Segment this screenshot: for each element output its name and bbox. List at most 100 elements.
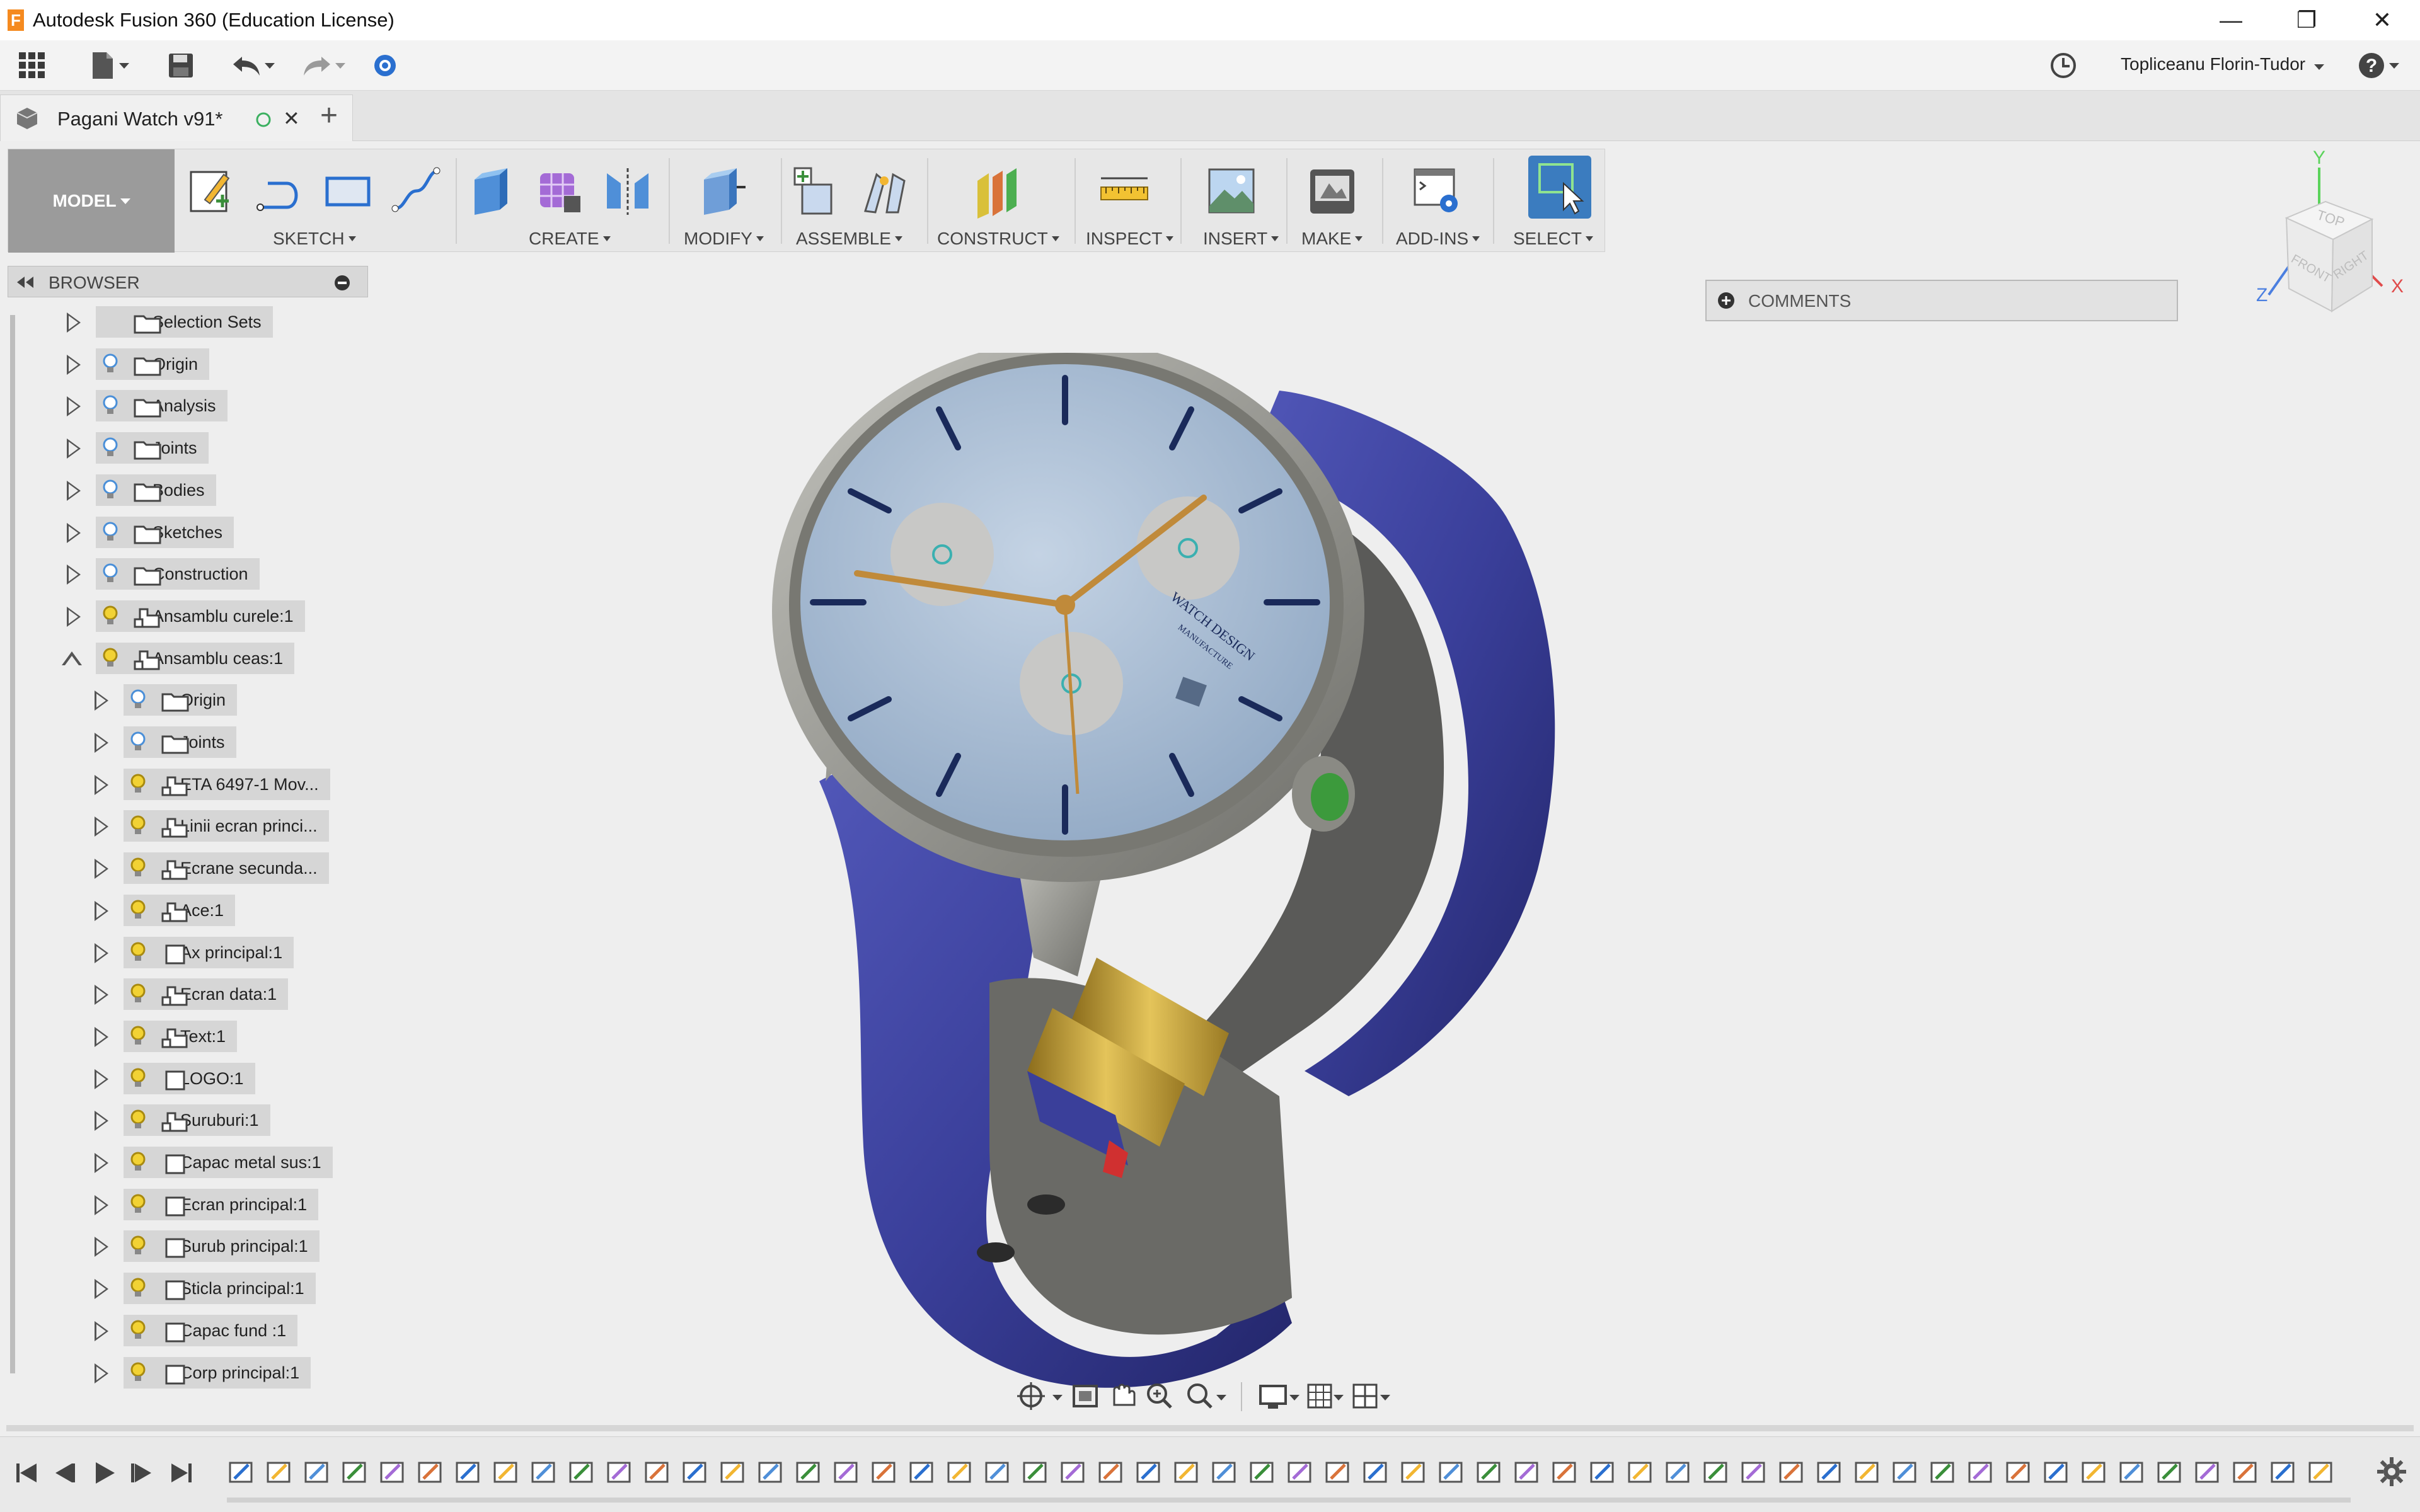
browser-tree-item[interactable]: Ecran principal:1 — [35, 1186, 388, 1224]
browser-tree-item[interactable]: Ecrane secunda... — [35, 850, 388, 888]
browser-tree-item[interactable]: LOGO:1 — [35, 1060, 388, 1098]
browser-tree-item[interactable]: Ace:1 — [35, 892, 388, 930]
browser-tree-item[interactable]: Ansamblu curele:1 — [8, 598, 360, 636]
timeline-feature-icon[interactable] — [1134, 1457, 1163, 1486]
next-icon[interactable] — [126, 1457, 158, 1489]
browser-tree-item[interactable]: Joints — [8, 430, 360, 467]
timeline-feature-icon[interactable] — [492, 1457, 521, 1486]
tree-item-label[interactable]: Corp principal:1 — [124, 1356, 311, 1389]
tree-item-label[interactable]: Ansamblu ceas:1 — [96, 642, 295, 674]
expand-arrow-icon[interactable] — [95, 1194, 108, 1215]
visibility-on-icon[interactable] — [130, 1109, 146, 1131]
timeline-feature-icon[interactable] — [1626, 1457, 1655, 1486]
visibility-on-icon[interactable] — [130, 774, 146, 795]
close-button[interactable]: ✕ — [2344, 0, 2420, 40]
timeline-feature-icon[interactable] — [378, 1457, 407, 1486]
document-tab[interactable]: Pagani Watch v91* ✕ — [0, 94, 353, 141]
browser-tree-item[interactable]: Sticla principal:1 — [35, 1270, 388, 1308]
visibility-on-icon[interactable] — [130, 1026, 146, 1047]
apps-grid-icon[interactable] — [15, 50, 49, 81]
browser-tree-item[interactable]: Ansamblu ceas:1 — [8, 640, 360, 678]
visibility-on-icon[interactable] — [130, 1068, 146, 1089]
job-status-button[interactable] — [2046, 50, 2081, 81]
expand-arrow-icon[interactable] — [95, 859, 108, 879]
browser-tree-item[interactable]: Sketches — [8, 514, 360, 552]
tree-item-label[interactable]: Capac fund :1 — [124, 1314, 298, 1346]
timeline-feature-icon[interactable] — [1928, 1457, 1957, 1486]
expand-arrow-icon[interactable] — [95, 985, 108, 1005]
construct-menu[interactable]: CONSTRUCT — [937, 229, 1059, 249]
timeline-feature-icon[interactable] — [2193, 1457, 2222, 1486]
visibility-on-icon[interactable] — [130, 1152, 146, 1173]
collapse-panel-icon[interactable] — [16, 275, 35, 289]
expand-arrow-icon[interactable] — [95, 1111, 108, 1131]
timeline-feature-icon[interactable] — [945, 1457, 974, 1486]
mirror-icon[interactable] — [602, 162, 654, 219]
timeline-feature-icon[interactable] — [1172, 1457, 1201, 1486]
line-icon[interactable] — [254, 162, 306, 219]
offset-plane-icon[interactable] — [971, 162, 1023, 219]
expand-arrow-icon[interactable] — [95, 733, 108, 753]
browser-tree-item[interactable]: Capac fund :1 — [35, 1312, 388, 1350]
viewcube[interactable]: TOP FRONT RIGHT Y X Z — [2231, 147, 2414, 338]
timeline-feature-icon[interactable] — [2118, 1457, 2146, 1486]
browser-tree-item[interactable]: Surub principal:1 — [35, 1228, 388, 1266]
timeline-feature-icon[interactable] — [1777, 1457, 1806, 1486]
timeline-feature-icon[interactable] — [1323, 1457, 1352, 1486]
file-menu-button[interactable] — [84, 50, 135, 81]
browser-tree-item[interactable]: Bodies — [8, 472, 360, 510]
tree-item-label[interactable]: Ansamblu curele:1 — [96, 600, 305, 632]
timeline-feature-icon[interactable] — [1550, 1457, 1579, 1486]
make-menu[interactable]: MAKE — [1301, 229, 1363, 249]
press-pull-icon[interactable] — [695, 162, 747, 219]
look-at-icon[interactable] — [1073, 1385, 1098, 1407]
select-icon[interactable] — [1528, 156, 1591, 219]
visibility-off-icon[interactable] — [102, 563, 118, 585]
browser-tree-item[interactable]: Capac metal sus:1 — [35, 1144, 388, 1182]
visibility-on-icon[interactable] — [130, 983, 146, 1005]
timeline-feature-icon[interactable] — [718, 1457, 747, 1486]
timeline-feature-icon[interactable] — [227, 1457, 256, 1486]
visibility-on-icon[interactable] — [130, 1320, 146, 1341]
close-tab-button[interactable]: ✕ — [283, 106, 300, 130]
expand-arrow-icon[interactable] — [95, 1363, 108, 1383]
3d-viewport-model[interactable]: WATCH DESIGN MANUFACTURE — [662, 340, 1683, 1399]
expand-arrow-icon[interactable] — [95, 900, 108, 921]
display-settings-icon[interactable] — [1259, 1385, 1287, 1409]
expand-arrow-icon[interactable] — [95, 1279, 108, 1300]
3d-print-icon[interactable] — [1306, 162, 1358, 219]
tree-item-label[interactable]: Ax principal:1 — [124, 936, 294, 968]
browser-tree-item[interactable]: Linii ecran princi... — [35, 808, 388, 845]
browser-tree-item[interactable]: Origin — [35, 682, 388, 719]
expand-arrow-icon[interactable] — [67, 606, 81, 627]
help-button[interactable]: ? — [2353, 50, 2404, 81]
first-icon[interactable] — [11, 1457, 43, 1489]
tree-item-label[interactable]: Ecrane secunda... — [124, 852, 329, 885]
new-component-icon[interactable] — [790, 162, 841, 219]
visibility-on-icon[interactable] — [130, 1362, 146, 1383]
expand-arrow-icon[interactable] — [95, 1068, 108, 1089]
expand-arrow-icon[interactable] — [95, 816, 108, 837]
timeline-feature-icon[interactable] — [1512, 1457, 1541, 1486]
timeline-feature-icon[interactable] — [2269, 1457, 2298, 1486]
timeline-feature-icon[interactable] — [302, 1457, 331, 1486]
assemble-menu[interactable]: ASSEMBLE — [796, 229, 902, 249]
tree-item-label[interactable]: Ecran principal:1 — [124, 1188, 319, 1220]
tree-item-label[interactable]: Sticla principal:1 — [124, 1273, 316, 1305]
maximize-button[interactable]: ❐ — [2269, 0, 2344, 40]
tree-item-label[interactable]: Surub principal:1 — [124, 1230, 320, 1263]
minimize-button[interactable]: — — [2193, 0, 2269, 40]
timeline-feature-icon[interactable] — [870, 1457, 899, 1486]
data-panel-button[interactable] — [369, 50, 401, 81]
save-button[interactable] — [165, 50, 197, 81]
browser-tree-item[interactable]: Ax principal:1 — [35, 934, 388, 972]
tree-item-label[interactable]: Selection Sets — [96, 306, 273, 338]
modify-menu[interactable]: MODIFY — [684, 229, 764, 249]
timeline-feature-icon[interactable] — [983, 1457, 1012, 1486]
viewport-scrollbar[interactable] — [6, 1425, 2414, 1431]
play-icon[interactable] — [88, 1457, 120, 1489]
comments-panel[interactable]: COMMENTS — [1705, 280, 2178, 321]
timeline-feature-icon[interactable] — [2155, 1457, 2184, 1486]
spline-icon[interactable] — [390, 162, 442, 219]
browser-tree-item[interactable]: Corp principal:1 — [35, 1354, 388, 1392]
